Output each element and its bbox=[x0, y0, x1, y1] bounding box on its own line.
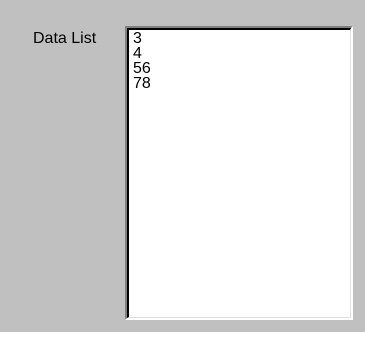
data-listbox[interactable]: 3 4 56 78 bbox=[125, 26, 353, 320]
list-item[interactable]: 78 bbox=[133, 76, 350, 92]
list-item[interactable]: 56 bbox=[133, 61, 350, 77]
list-item[interactable]: 4 bbox=[133, 46, 350, 62]
form-panel: Data List 3 4 56 78 bbox=[0, 0, 365, 332]
data-list-label: Data List bbox=[33, 30, 97, 47]
data-listbox-content: 3 4 56 78 bbox=[127, 28, 351, 318]
list-item[interactable]: 3 bbox=[133, 31, 350, 47]
